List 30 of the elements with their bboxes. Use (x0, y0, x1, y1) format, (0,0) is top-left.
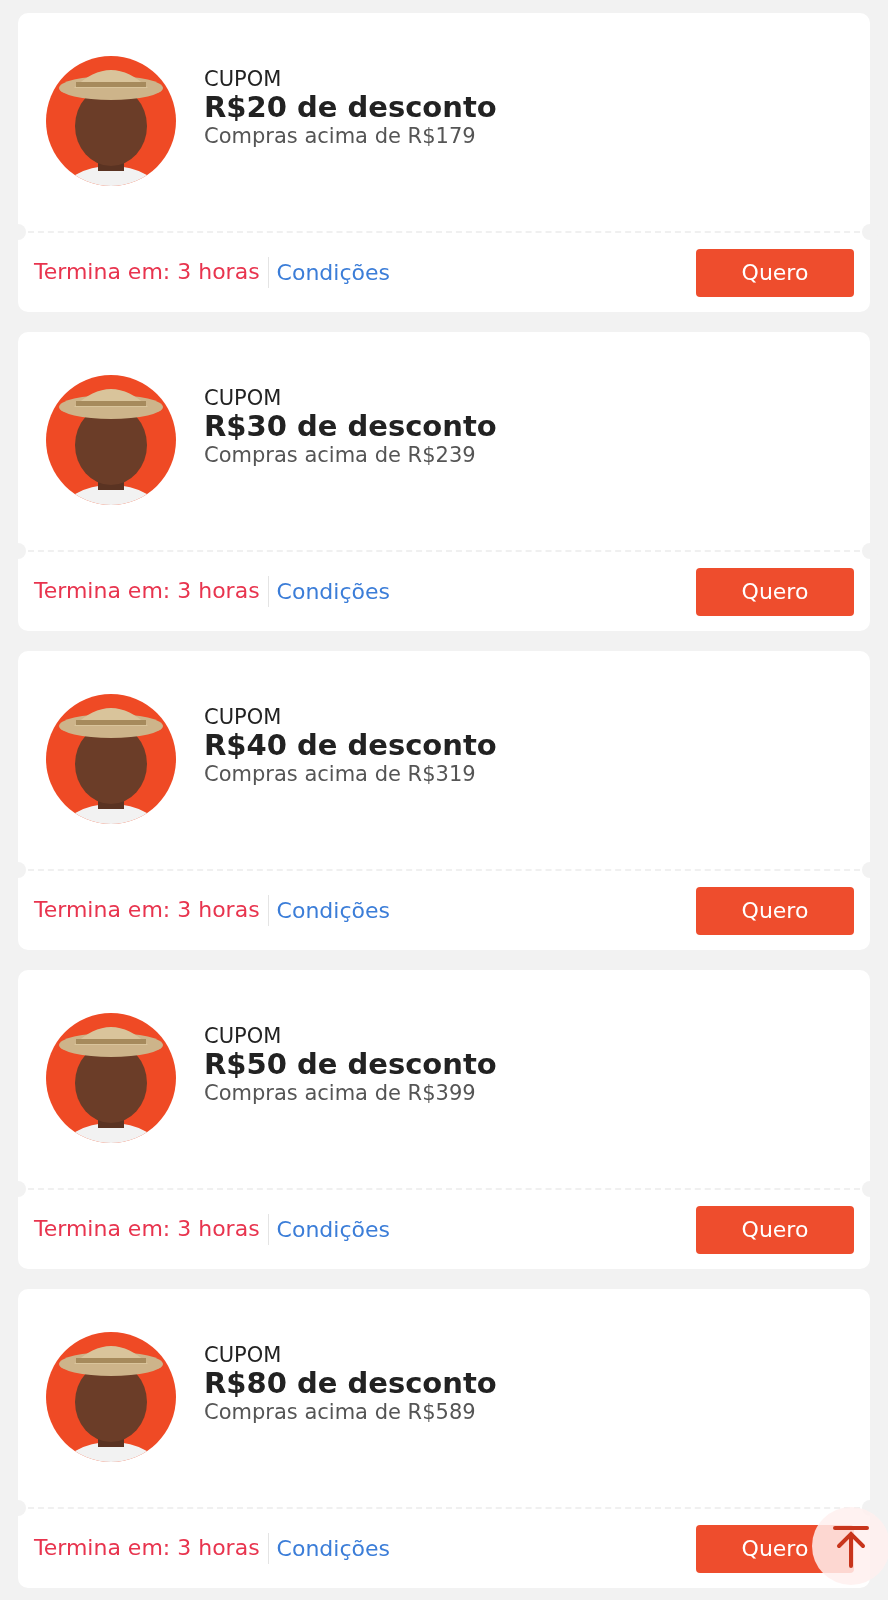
coupon-title: R$40 de desconto (204, 729, 497, 763)
coupon-condition: Compras acima de R$319 (204, 762, 477, 788)
expiry-text: Termina em: 3 horas (34, 1214, 269, 1245)
coupon-condition: Compras acima de R$239 (204, 443, 477, 469)
up-arrow-icon (831, 1524, 871, 1568)
coupon-label: CUPOM (204, 1025, 283, 1049)
expiry-text: Termina em: 3 horas (34, 895, 269, 926)
claim-button[interactable]: Quero (696, 567, 854, 616)
coupon-title: R$30 de desconto (204, 410, 497, 444)
expiry-text: Termina em: 3 horas (34, 257, 269, 288)
coupon-label: CUPOM (204, 387, 283, 411)
expiry-text: Termina em: 3 horas (34, 576, 269, 607)
coupon-condition: Compras acima de R$399 (204, 1081, 477, 1107)
coupon-label: CUPOM (204, 1344, 283, 1368)
claim-button[interactable]: Quero (696, 886, 854, 935)
conditions-link[interactable]: Condições (268, 1213, 390, 1246)
claim-button[interactable]: Quero (696, 248, 854, 297)
conditions-link[interactable]: Condições (268, 575, 390, 608)
coupon-title: R$50 de desconto (204, 1048, 497, 1082)
claim-button[interactable]: Quero (696, 1205, 854, 1254)
expiry-text: Termina em: 3 horas (34, 1533, 269, 1564)
coupon-condition: Compras acima de R$589 (204, 1400, 477, 1426)
conditions-link[interactable]: Condições (268, 1532, 390, 1565)
coupon-title: R$80 de desconto (204, 1367, 497, 1401)
conditions-link[interactable]: Condições (268, 894, 390, 927)
coupon-condition: Compras acima de R$179 (204, 124, 477, 150)
coupon-label: CUPOM (204, 68, 283, 92)
coupon-title: R$20 de desconto (204, 91, 497, 125)
conditions-link[interactable]: Condições (268, 256, 390, 289)
coupon-label: CUPOM (204, 706, 283, 730)
